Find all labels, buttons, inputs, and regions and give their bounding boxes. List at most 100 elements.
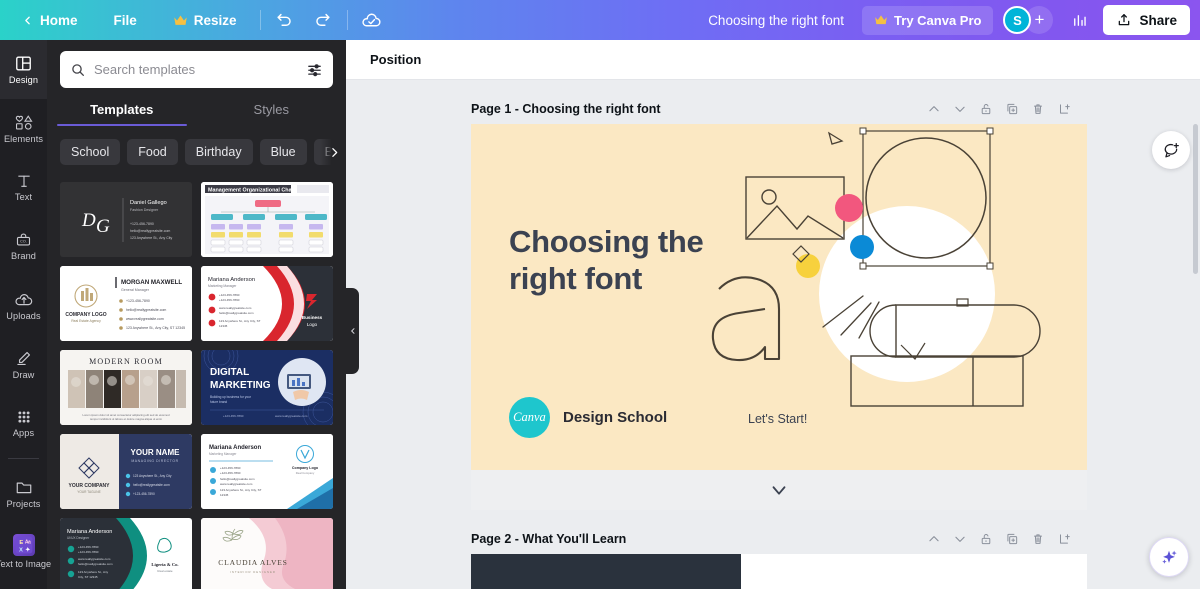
svg-text:Real Company: Real Company bbox=[296, 471, 315, 475]
canvas-scroll-area[interactable]: Page 1 - Choosing the right font Choosin… bbox=[346, 80, 1200, 589]
lock-page-button[interactable] bbox=[974, 98, 997, 121]
template-thumbnail[interactable]: MODERN ROOM Lorem ipsum dolor sit amet c… bbox=[60, 350, 192, 425]
move-page-up-button[interactable] bbox=[922, 528, 945, 551]
svg-text:Mariana Anderson: Mariana Anderson bbox=[208, 277, 255, 283]
document-title[interactable]: Choosing the right font bbox=[694, 13, 858, 28]
toolbar-divider-2 bbox=[346, 10, 348, 30]
template-thumbnail[interactable]: YOUR COMPANY YOUR TAGLINE YOUR NAME MANA… bbox=[60, 434, 192, 509]
page-title: Page 1 - Choosing the right font bbox=[471, 102, 661, 116]
chip-blue[interactable]: Blue bbox=[259, 139, 307, 166]
templates-grid[interactable]: D G Daniel Gallego Fashion Designer +123… bbox=[47, 182, 346, 589]
delete-page-button[interactable] bbox=[1026, 528, 1049, 551]
template-thumbnail[interactable]: Management Organizational Chart bbox=[201, 182, 333, 257]
cloud-saved-button[interactable] bbox=[356, 5, 388, 35]
sidebar-item-label: Apps bbox=[12, 428, 35, 439]
slide-canvas-page-1[interactable]: Choosing the right font Canva Design Sch… bbox=[471, 124, 1087, 470]
move-page-up-button[interactable] bbox=[922, 98, 945, 121]
svg-text:MODERN ROOM: MODERN ROOM bbox=[89, 357, 163, 366]
template-thumbnail[interactable]: CLAUDIA ALVES INTERIOR DESIGNER bbox=[201, 518, 333, 589]
sidebar-item-elements[interactable]: Elements bbox=[0, 99, 47, 158]
svg-text:MARKETING: MARKETING bbox=[210, 380, 271, 391]
template-thumbnail[interactable]: Mariana Anderson Marketing Manager +123-… bbox=[201, 266, 333, 341]
svg-text:Fashion Designer: Fashion Designer bbox=[130, 208, 159, 212]
slide-brand-row[interactable]: Canva Design School bbox=[509, 397, 667, 438]
sidebar-item-text[interactable]: Text bbox=[0, 158, 47, 217]
tab-templates[interactable]: Templates bbox=[47, 102, 197, 126]
duplicate-page-button[interactable] bbox=[1000, 528, 1023, 551]
magic-sparkle-icon bbox=[1158, 546, 1180, 568]
try-canva-pro-button[interactable]: Try Canva Pro bbox=[862, 5, 994, 35]
svg-text:www.reallygreatsite.com: www.reallygreatsite.com bbox=[275, 414, 308, 418]
lock-page-button[interactable] bbox=[974, 528, 997, 551]
redo-icon bbox=[313, 11, 332, 30]
add-comment-button[interactable] bbox=[1152, 131, 1190, 169]
sidebar-item-label: Text to Image bbox=[0, 559, 52, 569]
avatar[interactable]: S bbox=[1003, 6, 1032, 34]
template-thumbnail[interactable]: Mariana Anderson Marketing Manager +123-… bbox=[201, 434, 333, 509]
svg-text:Real estate: Real estate bbox=[157, 569, 173, 573]
template-thumbnail[interactable]: D G Daniel Gallego Fashion Designer +123… bbox=[60, 182, 192, 257]
svg-text:CO.: CO. bbox=[20, 240, 27, 244]
home-button[interactable]: Home bbox=[10, 6, 89, 34]
chip-birthday[interactable]: Birthday bbox=[184, 139, 253, 166]
sidebar-item-projects[interactable]: Projects bbox=[0, 464, 47, 523]
position-button[interactable]: Position bbox=[360, 46, 431, 73]
shapes-icon bbox=[14, 113, 34, 132]
undo-button[interactable] bbox=[269, 5, 301, 35]
redo-button[interactable] bbox=[307, 5, 339, 35]
svg-text:E: E bbox=[19, 540, 23, 546]
sliders-icon[interactable] bbox=[306, 61, 323, 78]
add-page-button[interactable] bbox=[1052, 98, 1075, 121]
text-to-image-icon: E Aa X ✦ bbox=[12, 534, 35, 556]
templates-panel: Templates Styles School Food Birthday Bl… bbox=[47, 40, 346, 589]
sidebar-item-uploads[interactable]: Uploads bbox=[0, 276, 47, 335]
collapse-panel-handle[interactable] bbox=[346, 288, 359, 374]
sidebar-item-draw[interactable]: Draw bbox=[0, 335, 47, 394]
sidebar-item-brand[interactable]: CO. Brand bbox=[0, 217, 47, 276]
template-thumbnail[interactable]: DIGITAL MARKETING Building up business f… bbox=[201, 350, 333, 425]
svg-text:General Manager: General Manager bbox=[121, 288, 150, 292]
svg-text:+123-456-7890: +123-456-7890 bbox=[223, 414, 244, 418]
sidebar-item-label: Design bbox=[8, 74, 39, 85]
svg-text:Marketing Manager: Marketing Manager bbox=[209, 452, 237, 456]
page-block-1: Page 1 - Choosing the right font Choosin… bbox=[347, 94, 1199, 510]
resize-button[interactable]: Resize bbox=[162, 6, 248, 34]
search-box[interactable] bbox=[60, 51, 333, 88]
slide-canvas-page-2[interactable] bbox=[471, 554, 1087, 589]
sidebar-item-text-to-image[interactable]: E Aa X ✦ Text to Image bbox=[0, 522, 51, 581]
file-menu-button[interactable]: File bbox=[103, 6, 148, 34]
rail-bottom: E Aa X ✦ Text to Image bbox=[0, 522, 51, 581]
tab-styles[interactable]: Styles bbox=[197, 102, 347, 126]
sidebar-item-apps[interactable]: Apps bbox=[0, 394, 47, 453]
canvas-scrollbar[interactable] bbox=[1193, 124, 1198, 274]
resize-label: Resize bbox=[193, 12, 237, 28]
slide-cta-text[interactable]: Let's Start! bbox=[748, 412, 807, 426]
chips-next-button[interactable] bbox=[320, 139, 346, 166]
crown-icon bbox=[874, 14, 888, 26]
svg-text:hello@reallygreatsite.com: hello@reallygreatsite.com bbox=[126, 308, 166, 312]
bar-chart-icon bbox=[1070, 11, 1089, 30]
template-thumbnail[interactable]: COMPANY LOGO Real Estate Agency MORGAN M… bbox=[60, 266, 192, 341]
move-page-down-button[interactable] bbox=[948, 98, 971, 121]
move-page-down-button[interactable] bbox=[948, 528, 971, 551]
insights-button[interactable] bbox=[1063, 5, 1095, 35]
search-input[interactable] bbox=[86, 62, 306, 77]
add-page-button[interactable] bbox=[1052, 528, 1075, 551]
sidebar-item-design[interactable]: Design bbox=[0, 40, 47, 99]
chip-school[interactable]: School bbox=[60, 139, 121, 166]
delete-page-button[interactable] bbox=[1026, 98, 1049, 121]
panel-tabs: Templates Styles bbox=[47, 102, 346, 126]
expand-page-button[interactable] bbox=[471, 470, 1087, 510]
magic-button[interactable] bbox=[1149, 537, 1189, 577]
chip-food[interactable]: Food bbox=[127, 139, 178, 166]
share-button[interactable]: Share bbox=[1103, 5, 1190, 35]
chevron-left-icon bbox=[21, 14, 34, 27]
slide-heading[interactable]: Choosing the right font bbox=[509, 224, 704, 297]
grid-dots-icon bbox=[15, 408, 33, 426]
template-thumbnail[interactable]: Mariana Anderson UI/UX Designer +123-456… bbox=[60, 518, 192, 589]
duplicate-page-button[interactable] bbox=[1000, 98, 1023, 121]
chevron-down-icon bbox=[768, 479, 790, 501]
filter-chips: School Food Birthday Blue Back to bbox=[47, 126, 346, 171]
svg-text:X: X bbox=[19, 547, 23, 553]
page-block-2: Page 2 - What You'll Learn bbox=[347, 524, 1199, 589]
